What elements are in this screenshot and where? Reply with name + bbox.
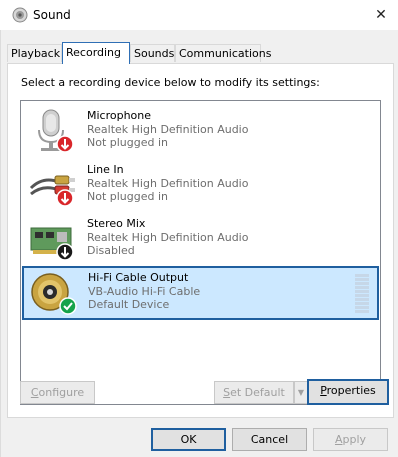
device-status: Disabled: [87, 244, 135, 257]
tab-sounds[interactable]: Sounds: [130, 44, 175, 62]
sound-dialog: Sound ✕ Playback Recording Sounds Commun…: [0, 0, 398, 457]
device-name: Hi-Fi Cable Output: [88, 271, 189, 284]
level-meter: [355, 274, 369, 314]
device-item-hi-fi-cable-output[interactable]: Hi-Fi Cable Output VB-Audio Hi-Fi Cable …: [22, 266, 379, 320]
tab-playback[interactable]: Playback: [7, 44, 62, 62]
microphone-icon: [38, 109, 74, 153]
device-driver: Realtek High Definition Audio: [87, 177, 249, 190]
device-driver: VB-Audio Hi-Fi Cable: [88, 285, 201, 298]
rca-cable-icon: [29, 175, 75, 207]
instruction-text: Select a recording device below to modif…: [21, 76, 320, 89]
device-name: Microphone: [87, 109, 152, 122]
window-title: Sound: [33, 8, 71, 22]
close-icon: ✕: [375, 7, 387, 23]
dialog-client-area: Playback Recording Sounds Communications…: [0, 30, 398, 457]
apply-button[interactable]: Apply: [313, 428, 388, 451]
device-item-stereo-mix[interactable]: Stereo Mix Realtek High Definition Audio…: [21, 212, 380, 266]
close-button[interactable]: ✕: [370, 4, 392, 26]
device-list[interactable]: Microphone Realtek High Definition Audio…: [20, 100, 381, 405]
properties-button[interactable]: Properties: [307, 379, 389, 405]
rca-jack-icon: [31, 273, 77, 315]
configure-button[interactable]: Configure: [20, 381, 95, 404]
device-status: Not plugged in: [87, 136, 169, 149]
device-status: Default Device: [88, 298, 170, 311]
recording-tab-panel: Select a recording device below to modif…: [7, 63, 394, 418]
ok-button[interactable]: OK: [151, 428, 226, 451]
tab-communications[interactable]: Communications: [175, 44, 271, 62]
tab-recording[interactable]: Recording: [62, 42, 130, 64]
speaker-icon: [12, 7, 28, 23]
set-default-button[interactable]: Set Default: [214, 381, 294, 404]
device-name: Line In: [87, 163, 124, 176]
cancel-button[interactable]: Cancel: [232, 428, 307, 451]
device-name: Stereo Mix: [87, 217, 146, 230]
device-driver: Realtek High Definition Audio: [87, 123, 249, 136]
device-item-microphone[interactable]: Microphone Realtek High Definition Audio…: [21, 104, 380, 158]
chevron-down-icon: ▼: [297, 388, 305, 397]
device-item-line-in[interactable]: Line In Realtek High Definition Audio No…: [21, 158, 380, 212]
device-status: Not plugged in: [87, 190, 169, 203]
device-driver: Realtek High Definition Audio: [87, 231, 249, 244]
title-bar[interactable]: Sound ✕: [0, 0, 398, 30]
set-default-dropdown[interactable]: ▼: [294, 381, 308, 404]
sound-card-icon: [30, 227, 74, 261]
green-check-badge: [59, 297, 77, 315]
